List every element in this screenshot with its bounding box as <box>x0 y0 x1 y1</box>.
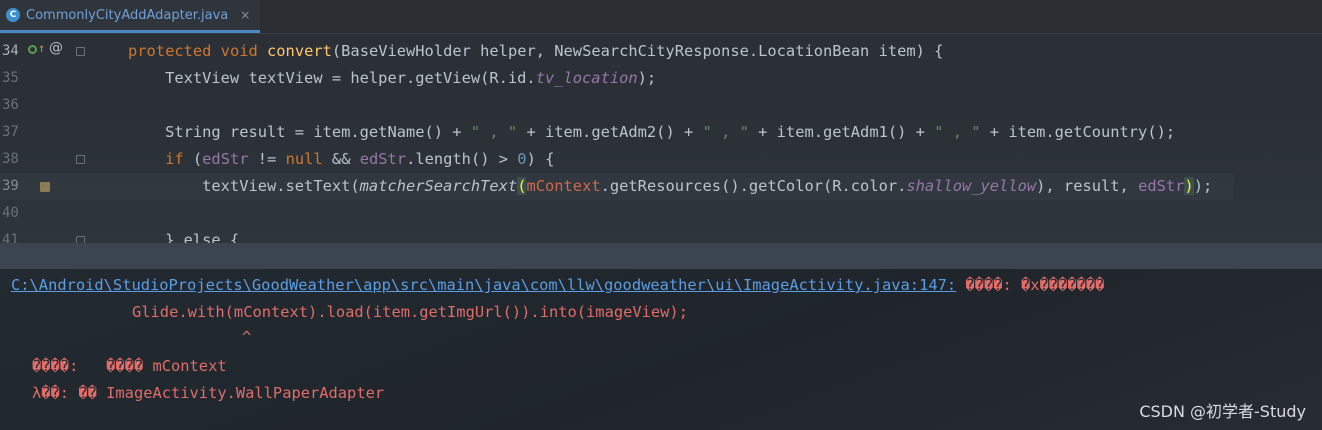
fold-icon[interactable] <box>76 155 85 164</box>
line-number-gutter[interactable]: 34 35 36 37 38 39 40 41 <box>0 33 100 243</box>
fold-icon[interactable] <box>76 47 85 56</box>
line-number: 34 <box>2 43 19 59</box>
overrides-marker-icon[interactable] <box>28 45 37 54</box>
code-line-35: TextView textView = helper.getView(R.id.… <box>128 69 657 87</box>
line-number: 36 <box>2 97 19 113</box>
error-file-link[interactable]: C:\Android\StudioProjects\GoodWeather\ap… <box>11 276 956 294</box>
error-location-line: λ��: �� ImageActivity.WallPaperAdapter <box>32 384 385 402</box>
line-number: 38 <box>2 151 19 167</box>
fold-icon[interactable] <box>76 236 85 243</box>
code-line-41: } else { <box>128 231 240 243</box>
error-caret: ^ <box>242 328 252 346</box>
line-number: 37 <box>2 124 19 140</box>
error-symbol-line: ����: ���� mContext <box>32 357 227 375</box>
line-number: 40 <box>2 205 19 221</box>
java-class-icon: C <box>6 8 20 22</box>
code-line-37: String result = item.getName() + " , " +… <box>128 123 1176 141</box>
tab-label: CommonlyCityAddAdapter.java <box>26 7 229 23</box>
panel-divider[interactable] <box>0 243 1322 269</box>
code-line-39: textView.setText(matcherSearchText(mCont… <box>0 173 1234 200</box>
watermark: CSDN @初学者-Study <box>1139 402 1306 421</box>
close-icon[interactable]: × <box>240 8 250 22</box>
editor-tab-bar: C CommonlyCityAddAdapter.java × <box>0 0 1322 34</box>
annotation-icon: @ <box>49 40 63 56</box>
tab-commonly-city-add-adapter[interactable]: C CommonlyCityAddAdapter.java × <box>0 0 261 33</box>
code-line-34: protected void convert(BaseViewHolder he… <box>128 42 944 60</box>
error-source-line: Glide.with(mContext).load(item.getImgUrl… <box>132 303 688 321</box>
line-number: 41 <box>2 232 19 243</box>
code-area[interactable]: protected void convert(BaseViewHolder he… <box>0 33 1318 243</box>
arrow-up-icon[interactable]: ↑ <box>38 41 45 55</box>
code-line-38: if (edStr != null && edStr.length() > 0)… <box>128 150 555 168</box>
line-number: 35 <box>2 70 19 86</box>
code-editor[interactable]: C CommonlyCityAddAdapter.java × 34 35 36… <box>0 0 1322 243</box>
build-output-console[interactable]: C:\Android\StudioProjects\GoodWeather\ap… <box>0 269 1322 430</box>
error-header: C:\Android\StudioProjects\GoodWeather\ap… <box>11 276 1105 294</box>
